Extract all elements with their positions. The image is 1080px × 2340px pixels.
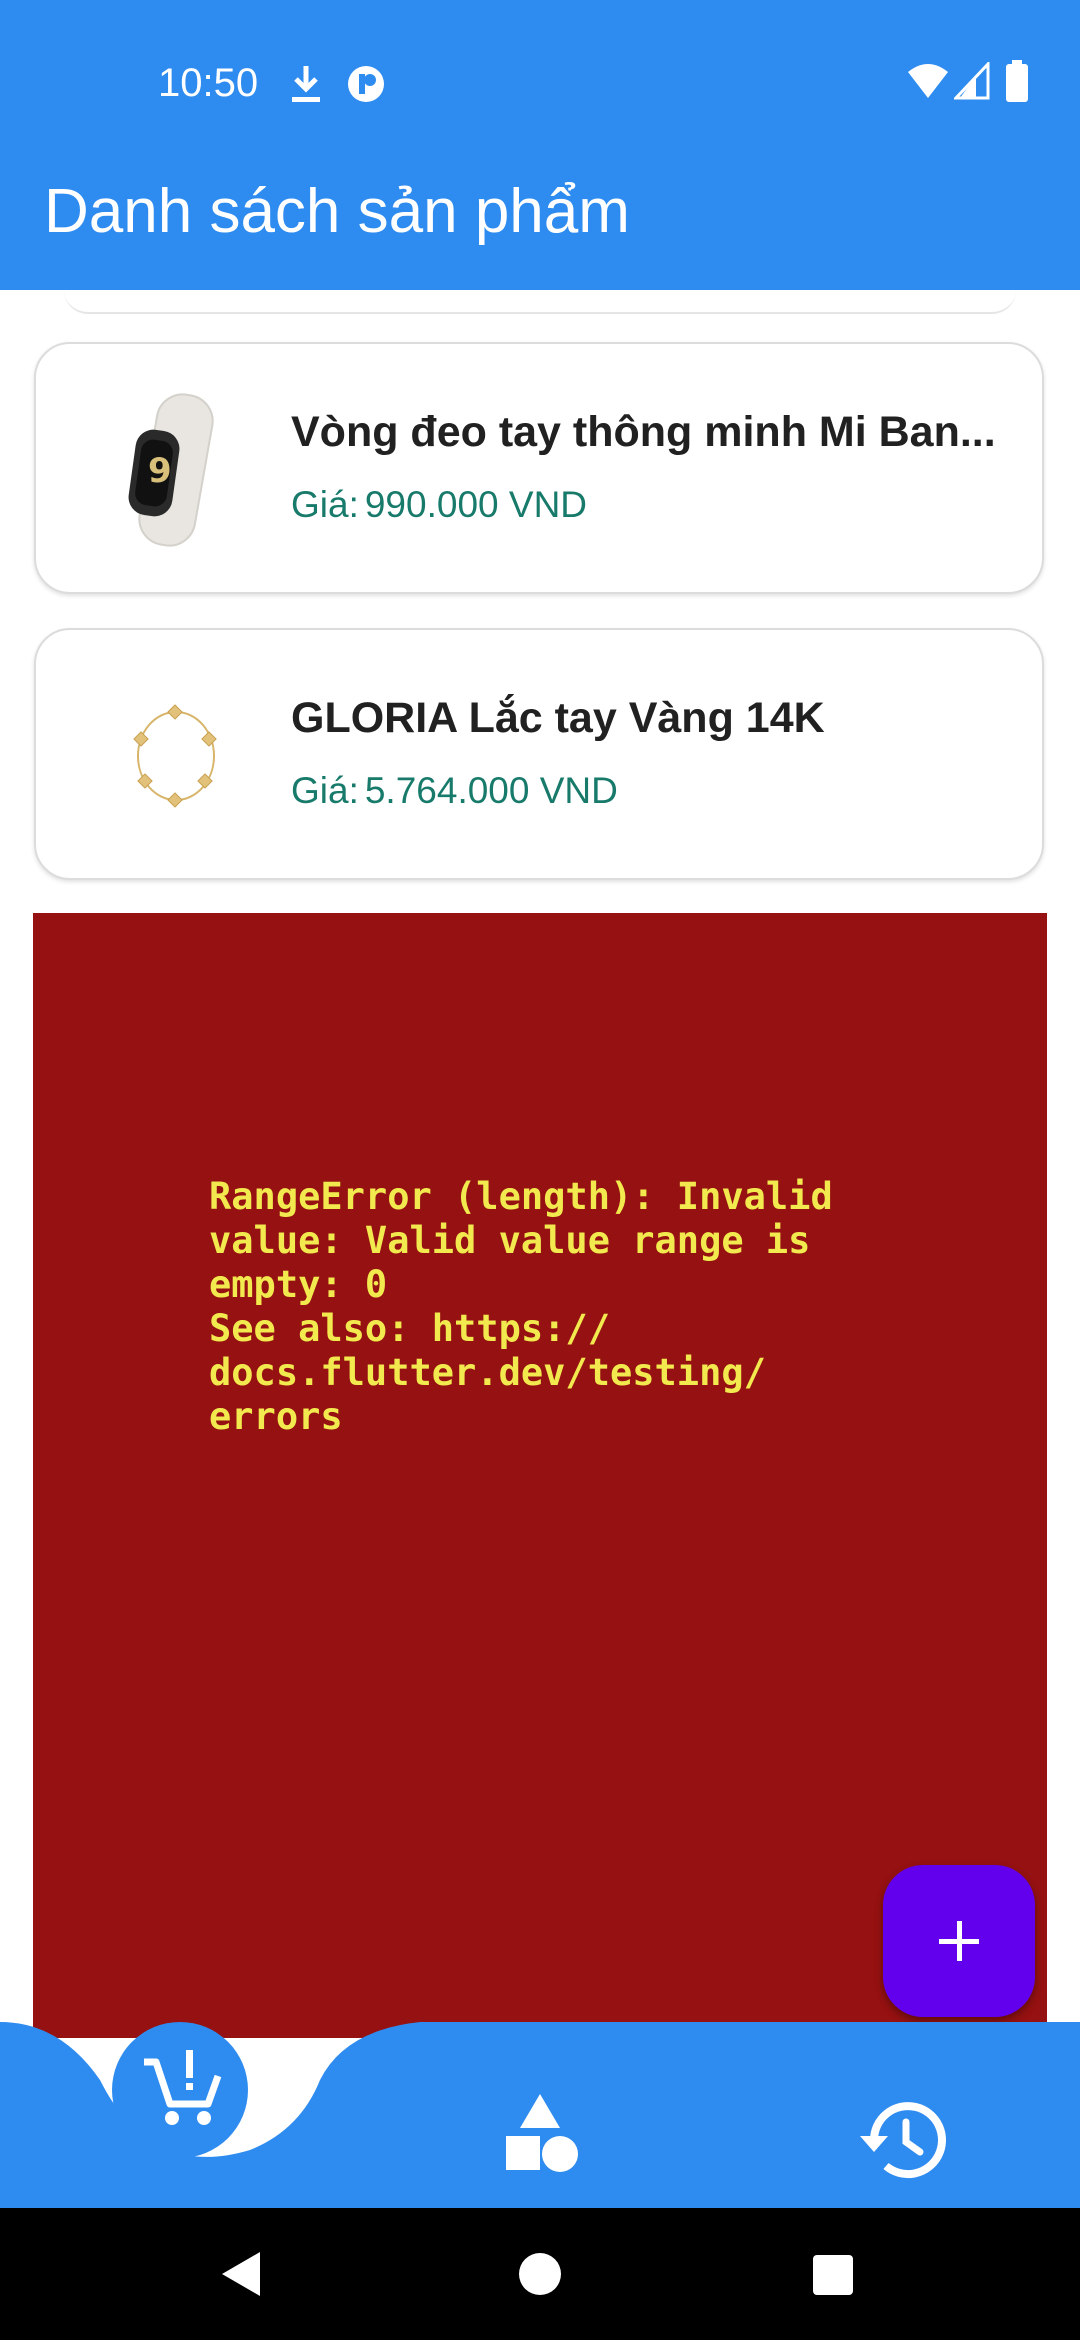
- product-name: Vòng đeo tay thông minh Mi Ban...: [291, 408, 996, 456]
- svg-text:9: 9: [148, 451, 172, 491]
- error-message: RangeError (length): Invalid value: Vali…: [209, 1175, 833, 1438]
- nav-item-cart[interactable]: [112, 2022, 248, 2158]
- history-icon: [860, 2102, 946, 2179]
- home-icon[interactable]: [518, 2252, 562, 2296]
- plus-icon: [939, 1921, 979, 1961]
- price-label: Giá:: [291, 770, 359, 811]
- status-time: 10:50: [158, 61, 259, 105]
- back-icon[interactable]: [218, 2250, 264, 2298]
- product-card[interactable]: 9 Vòng đeo tay thông minh Mi Ban... Giá:…: [34, 342, 1044, 594]
- page-title: Danh sách sản phẩm: [44, 177, 630, 246]
- product-card-partial[interactable]: [64, 290, 1016, 314]
- price-value: 990.000 VND: [364, 484, 588, 525]
- signal-icon: [954, 62, 990, 100]
- smart-band-image: 9: [128, 393, 214, 547]
- status-bar: 10:50: [0, 0, 1080, 170]
- recents-icon[interactable]: [812, 2254, 854, 2296]
- wifi-icon: [908, 64, 948, 98]
- add-product-button[interactable]: [883, 1865, 1035, 2017]
- product-price: Giá: 990.000 VND: [291, 482, 587, 528]
- system-nav-bar: [0, 2208, 1080, 2340]
- product-name: GLORIA Lắc tay Vàng 14K: [291, 694, 825, 742]
- product-price: Giá: 5.764.000 VND: [291, 768, 618, 814]
- battery-icon: [1006, 60, 1028, 102]
- gold-bracelet-image: [133, 704, 217, 808]
- product-card[interactable]: GLORIA Lắc tay Vàng 14K Giá: 5.764.000 VN…: [34, 628, 1044, 880]
- price-label: Giá:: [291, 484, 359, 525]
- download-icon: [292, 66, 320, 102]
- app-notification-icon: [348, 66, 384, 102]
- shapes-icon: [506, 2094, 578, 2172]
- nav-item-history[interactable]: [852, 2090, 952, 2190]
- price-value: 5.764.000 VND: [364, 770, 618, 811]
- nav-item-categories[interactable]: [490, 2088, 590, 2188]
- cart-icon: [144, 2050, 222, 2125]
